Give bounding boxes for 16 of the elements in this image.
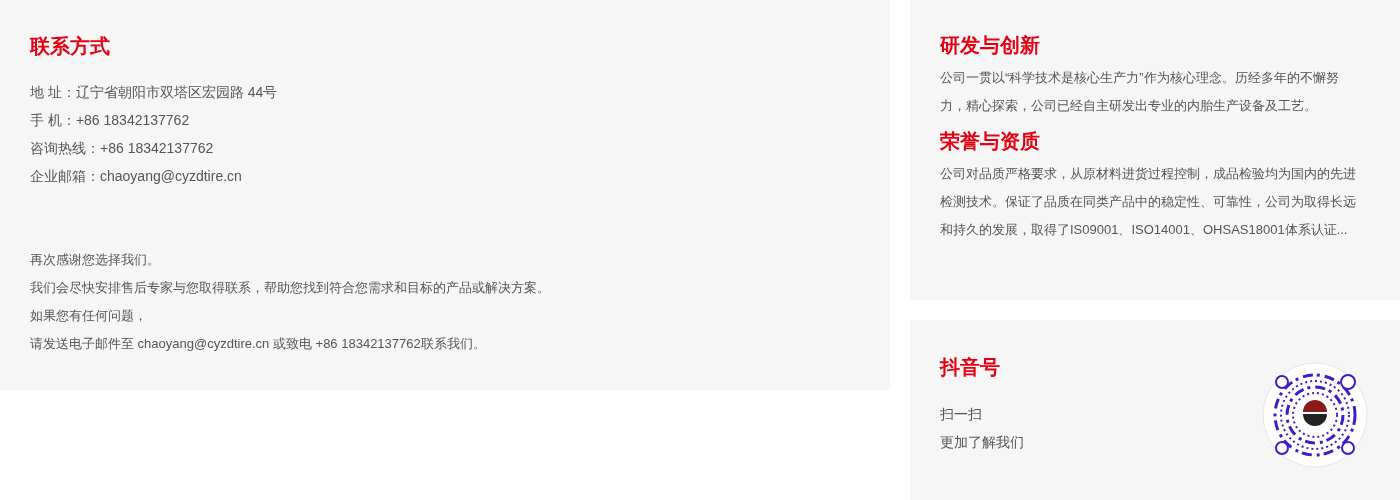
douyin-text: 扫一扫: [940, 405, 982, 424]
message-line: 请发送电子邮件至 chaoyang@cyzdtire.cn 或致电 +86 18342137762联系我们。: [30, 335, 486, 353]
section-text: 公司一贯以“科学技术是核心生产力”作为核心理念。历经多年的不懈努力，精心探索，公司已经自主研发出专业的内胎生产设备及工艺。: [940, 69, 1340, 115]
douyin-text: 更加了解我们: [940, 433, 1024, 452]
contact-detail: 咨询热线：+86 18342137762: [30, 139, 214, 158]
message-line: 如果您有任何问题，: [30, 307, 147, 325]
contact-detail: 手 机：+86 18342137762: [30, 111, 190, 130]
contact-detail: 企业邮箱：chaoyang@cyzdtire.cn: [30, 167, 242, 186]
section-text: 公司对品质严格要求，从原材料进货过程控制，成品检验均为国内的先进检测技术。保证了品质在同类产品中的稳定性、可靠性，公司为取得长远和持久的发展，取得了IS09001、ISO14001、OHSAS18001体系认证...: [940, 165, 1357, 239]
section-title: 联系方式: [30, 34, 111, 59]
message-line: 再次感谢您选择我们。: [30, 251, 160, 269]
section-title: 荣誉与资质: [940, 129, 1040, 154]
message-line: 我们会尽快安排售后专家与您取得联系，帮助您找到符合您需求和目标的产品或解决方案。: [30, 279, 550, 297]
contact-detail: 地 址：辽宁省朝阳市双塔区宏园路 44号: [30, 83, 278, 102]
section-title: 研发与创新: [940, 33, 1040, 58]
section-title: 抖音号: [940, 355, 1000, 380]
